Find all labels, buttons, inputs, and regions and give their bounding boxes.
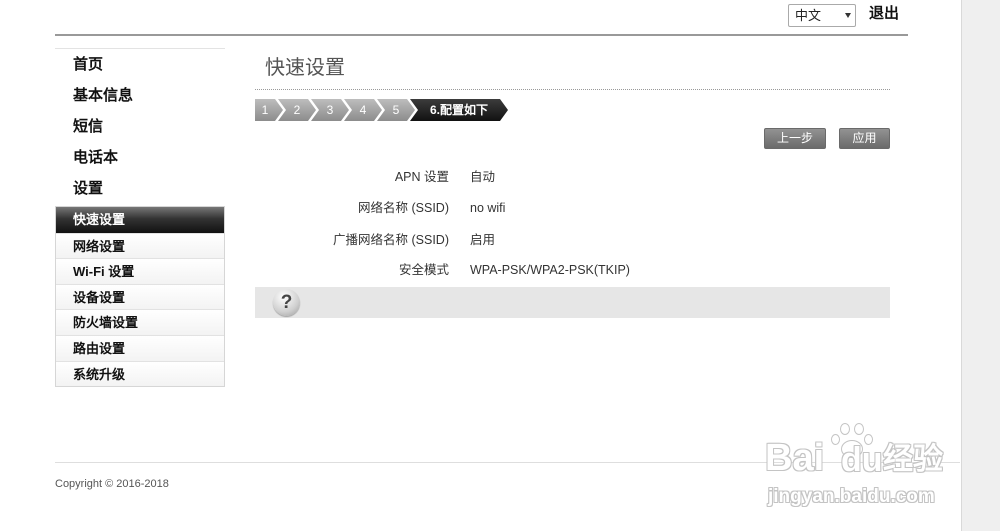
paw-pad [841,440,863,458]
sidebar-item-basic-info[interactable]: 基本信息 [55,80,225,111]
page-title: 快速设置 [265,57,345,79]
submenu-item-firewall[interactable]: 防火墙设置 [56,309,224,335]
summary-label-security-mode: 安全模式 [398,263,449,277]
logout-link[interactable]: 退出 [869,5,899,23]
paw-icon [829,420,875,464]
sidebar-item-sms[interactable]: 短信 [55,111,225,142]
wizard-step-2[interactable]: 2 [278,99,316,121]
wizard-step-3[interactable]: 3 [311,99,349,121]
paw-toe [864,434,873,445]
paw-toe [854,423,864,435]
title-divider [255,89,890,90]
submenu-item-system-update[interactable]: 系统升级 [56,360,224,387]
help-bar: ? [255,287,890,318]
help-icon[interactable]: ? [273,289,300,316]
submenu-item-network[interactable]: 网络设置 [56,232,224,259]
previous-step-button[interactable]: 上一步 [764,128,826,149]
paw-toe [840,423,850,435]
submenu-item-quick-setup[interactable]: 快速设置 [56,207,224,233]
watermark-brand-right: du [841,441,883,479]
watermark-brand-cn: 经验 [883,443,943,476]
footer-divider [55,462,960,463]
wizard-step-5[interactable]: 5 [377,99,415,121]
language-select-value: 中文 [795,8,822,23]
summary-label-ssid-broadcast: 广播网络名称 (SSID) [333,233,449,247]
chevron-down-icon [845,13,851,18]
summary-value-ssid-broadcast: 启用 [470,233,496,247]
sidebar-item-home[interactable]: 首页 [55,49,225,80]
paw-toe [831,434,840,445]
submenu-item-router[interactable]: 路由设置 [56,334,224,361]
sidebar-item-settings[interactable]: 设置 [55,173,225,204]
header-divider [55,34,908,36]
summary-value-security-mode: WPA-PSK/WPA2-PSK(TKIP) [470,263,630,277]
copyright-text: Copyright © 2016-2018 [55,478,169,490]
summary-value-apn: 自动 [470,170,496,184]
wizard-step-4[interactable]: 4 [344,99,382,121]
watermark: Bai du 经验 jingyan.baidu.com [765,418,955,518]
summary-label-apn: APN 设置 [394,170,449,184]
summary-label-ssid: 网络名称 (SSID) [358,201,449,215]
sidebar-item-phonebook[interactable]: 电话本 [55,142,225,173]
wizard-step-1[interactable]: 1 [255,99,283,121]
submenu-item-device[interactable]: 设备设置 [56,283,224,310]
summary-value-ssid: no wifi [470,201,506,215]
watermark-brand-left: Bai [765,437,825,479]
language-select[interactable]: 中文 [788,4,856,27]
wizard-step-6[interactable]: 6.配置如下 [410,99,508,121]
submenu-item-wifi[interactable]: Wi-Fi 设置 [56,258,224,284]
settings-submenu: 快速设置 网络设置 Wi-Fi 设置 设备设置 防火墙设置 路由设置 系统升级 [55,206,225,388]
apply-button[interactable]: 应用 [839,128,890,149]
watermark-url: jingyan.baidu.com [768,486,935,507]
right-gutter [961,0,1000,531]
